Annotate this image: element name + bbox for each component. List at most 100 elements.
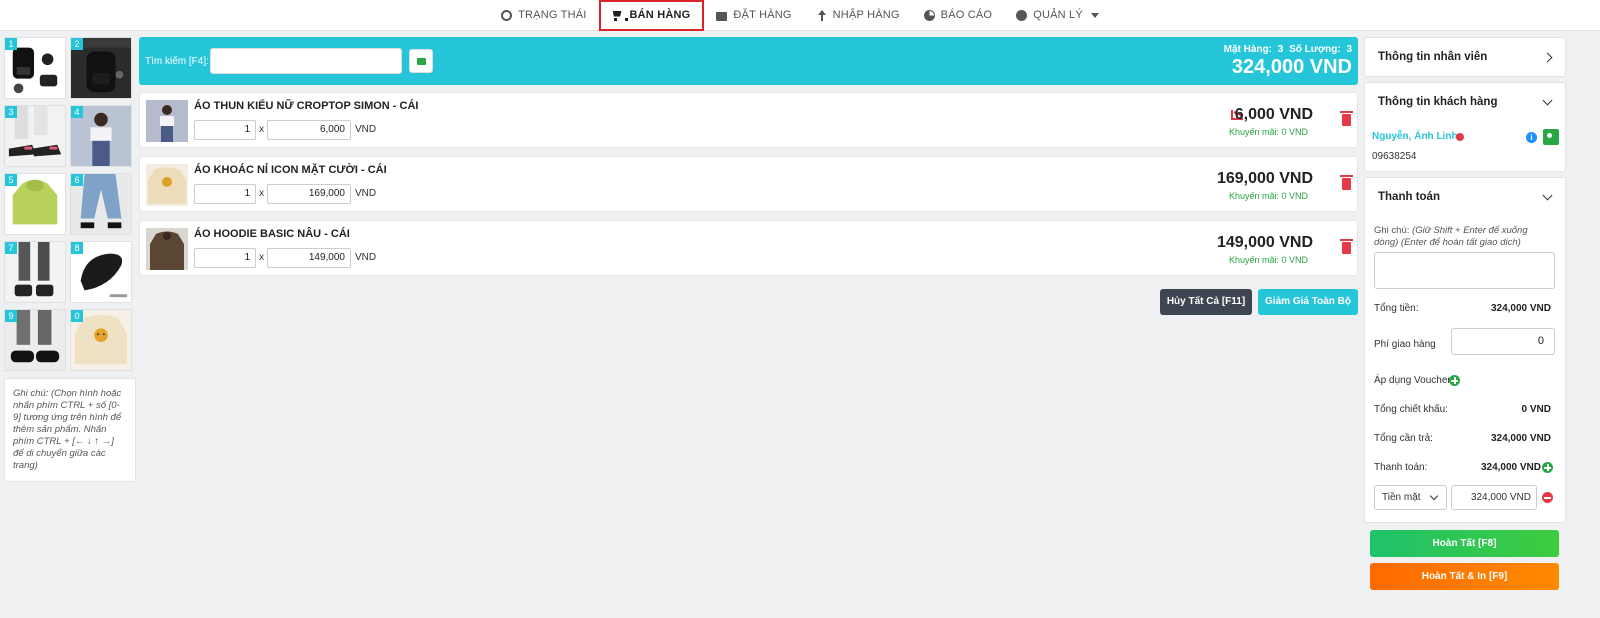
nav-label: ĐẶT HÀNG xyxy=(733,9,792,21)
nav-item-sales[interactable]: BÁN HÀNG xyxy=(598,0,705,31)
quantity-input[interactable]: 1 xyxy=(194,248,256,268)
payment-panel: Thanh toán Ghi chú: (Giữ Shift + Enter đ… xyxy=(1364,177,1566,523)
nav-label: BÁO CÁO xyxy=(940,9,993,21)
currency-label: VND xyxy=(355,252,377,263)
product-tile[interactable]: 9 xyxy=(4,309,66,371)
tile-number: 7 xyxy=(5,242,17,254)
chevron-down-icon xyxy=(1429,491,1439,501)
tile-number: 3 xyxy=(5,106,17,118)
trash-icon[interactable] xyxy=(1340,239,1353,254)
arrow-up-icon xyxy=(816,9,827,21)
employee-title: Thông tin nhân viên xyxy=(1378,51,1488,63)
cancel-all-button[interactable]: Hủy Tất Cả [F11] xyxy=(1160,289,1252,315)
nav-item-reports[interactable]: BÁO CÁO xyxy=(912,0,1005,31)
pie-chart-icon xyxy=(923,9,935,21)
add-payment-icon[interactable] xyxy=(1542,462,1553,473)
product-tile[interactable]: 4 xyxy=(70,105,132,167)
times-sign: x xyxy=(259,252,264,263)
tile-number: 2 xyxy=(71,38,83,50)
tile-number: 5 xyxy=(5,174,17,186)
remove-customer-icon[interactable] xyxy=(1456,133,1464,141)
cash-amount: 324,000 xyxy=(1470,492,1508,503)
top-nav: TRẠNG THÁI BÁN HÀNG ĐẶT HÀNG NHẬP HÀNG B… xyxy=(0,0,1600,31)
add-voucher-icon[interactable] xyxy=(1449,375,1460,386)
cart-item: ÁO KHOÁC NỈ ICON MẶT CƯỜI - Cái 1 x 169,… xyxy=(139,156,1358,212)
product-tile[interactable]: 7 xyxy=(4,241,66,303)
product-tile[interactable]: 3 xyxy=(4,105,66,167)
times-sign: x xyxy=(259,124,264,135)
nav-item-status[interactable]: TRẠNG THÁI xyxy=(489,0,598,31)
pay-value: 324,000 VND xyxy=(1480,462,1541,473)
trash-icon[interactable] xyxy=(1340,175,1353,190)
shipping-label: Phí giao hàng xyxy=(1374,339,1436,350)
nav-label: QUẢN LÝ xyxy=(1033,9,1083,21)
payment-method-value: Tiền mặt xyxy=(1382,492,1421,503)
product-thumbnail xyxy=(146,228,188,270)
tile-number: 4 xyxy=(71,106,83,118)
item-name: ÁO KHOÁC NỈ ICON MẶT CƯỜI - Cái xyxy=(194,164,387,176)
product-tile[interactable]: 6 xyxy=(70,173,132,235)
note-label-text: Ghi chú: xyxy=(1374,225,1410,236)
note-label: Ghi chú: (Giữ Shift + Enter để xuống dòn… xyxy=(1374,225,1554,249)
quantity-input[interactable]: 1 xyxy=(194,184,256,204)
cart-item: ÁO THUN KIỂU NỮ CROPTOP SIMON - Cái 1 x … xyxy=(139,92,1358,148)
product-thumbnail xyxy=(146,100,188,142)
item-total: 6,000 VND xyxy=(1234,106,1313,123)
cash-amount-input[interactable]: 324,000 VND xyxy=(1451,485,1537,510)
search-bar: Tìm kiếm [F4]: Mặt Hàng: 3 Số Lượng: 3 3… xyxy=(139,37,1358,85)
search-label: Tìm kiếm [F4]: xyxy=(145,56,209,67)
quantity-input[interactable]: 1 xyxy=(194,120,256,140)
due-label: Tổng cần trả: xyxy=(1374,433,1433,444)
add-user-icon[interactable] xyxy=(1543,129,1559,145)
price-input[interactable]: 149,000 xyxy=(267,248,351,268)
search-input[interactable] xyxy=(210,48,402,74)
note-textarea[interactable] xyxy=(1374,252,1555,289)
customer-title: Thông tin khách hàng xyxy=(1378,96,1498,108)
product-thumbnail xyxy=(146,164,188,206)
chevron-right-icon xyxy=(1542,52,1553,63)
product-tile[interactable]: 2 xyxy=(70,37,132,99)
nav-item-manage[interactable]: QUẢN LÝ xyxy=(1004,0,1111,31)
gear-icon xyxy=(1016,9,1028,21)
remove-payment-icon[interactable] xyxy=(1542,492,1553,503)
gauge-icon xyxy=(501,9,513,21)
employee-panel[interactable]: Thông tin nhân viên xyxy=(1364,37,1566,77)
info-icon[interactable]: i xyxy=(1526,132,1537,143)
total-value: 324,000 VND xyxy=(1490,303,1551,314)
product-tile[interactable]: 0 xyxy=(70,309,132,371)
cart-total: 324,000 VND xyxy=(1231,56,1352,78)
item-name: ÁO HOODIE BASIC NÂU - Cái xyxy=(194,228,350,240)
cart-icon xyxy=(613,10,628,21)
price-input[interactable]: 169,000 xyxy=(267,184,351,204)
discount-value: 0 VND xyxy=(1521,404,1551,415)
qty-label: Số Lượng: xyxy=(1289,44,1341,55)
item-promo: Khuyến mãi: 0 VND xyxy=(1228,127,1308,137)
barcode-scan-icon[interactable] xyxy=(409,49,433,73)
item-total: 169,000 VND xyxy=(1216,170,1313,187)
cart-summary: Mặt Hàng: 3 Số Lượng: 3 xyxy=(1221,44,1352,55)
nav-item-orders[interactable]: ĐẶT HÀNG xyxy=(704,0,803,31)
product-tile[interactable]: 1 xyxy=(4,37,66,99)
currency-label: VND xyxy=(355,188,377,199)
price-input[interactable]: 6,000 xyxy=(267,120,351,140)
discount-label: Tổng chiết khấu: xyxy=(1374,404,1448,415)
shipping-fee-input[interactable]: 0 xyxy=(1451,328,1555,355)
discount-all-button[interactable]: Giảm Giá Toàn Bộ xyxy=(1258,289,1358,315)
nav-label: TRẠNG THÁI xyxy=(518,9,587,21)
customer-panel: Thông tin khách hàng Nguyễn, Ánh Linh i … xyxy=(1364,82,1566,172)
tile-number: 1 xyxy=(5,38,17,50)
product-tile[interactable]: 5 xyxy=(4,173,66,235)
qty-count: 3 xyxy=(1346,44,1352,55)
customer-name[interactable]: Nguyễn, Ánh Linh xyxy=(1372,131,1458,142)
complete-button[interactable]: Hoàn Tất [F8] xyxy=(1370,530,1559,557)
chevron-down-icon[interactable] xyxy=(1542,190,1553,201)
payment-title: Thanh toán xyxy=(1378,191,1440,203)
product-tile[interactable]: 8 xyxy=(70,241,132,303)
nav-label: BÁN HÀNG xyxy=(629,9,691,21)
payment-method-select[interactable]: Tiền mặt xyxy=(1374,485,1447,510)
complete-print-button[interactable]: Hoàn Tất & In [F9] xyxy=(1370,563,1559,590)
trash-icon[interactable] xyxy=(1340,111,1353,126)
nav-item-import[interactable]: NHẬP HÀNG xyxy=(804,0,912,31)
chevron-down-icon[interactable] xyxy=(1542,95,1553,106)
item-promo: Khuyến mãi: 0 VND xyxy=(1228,191,1308,201)
